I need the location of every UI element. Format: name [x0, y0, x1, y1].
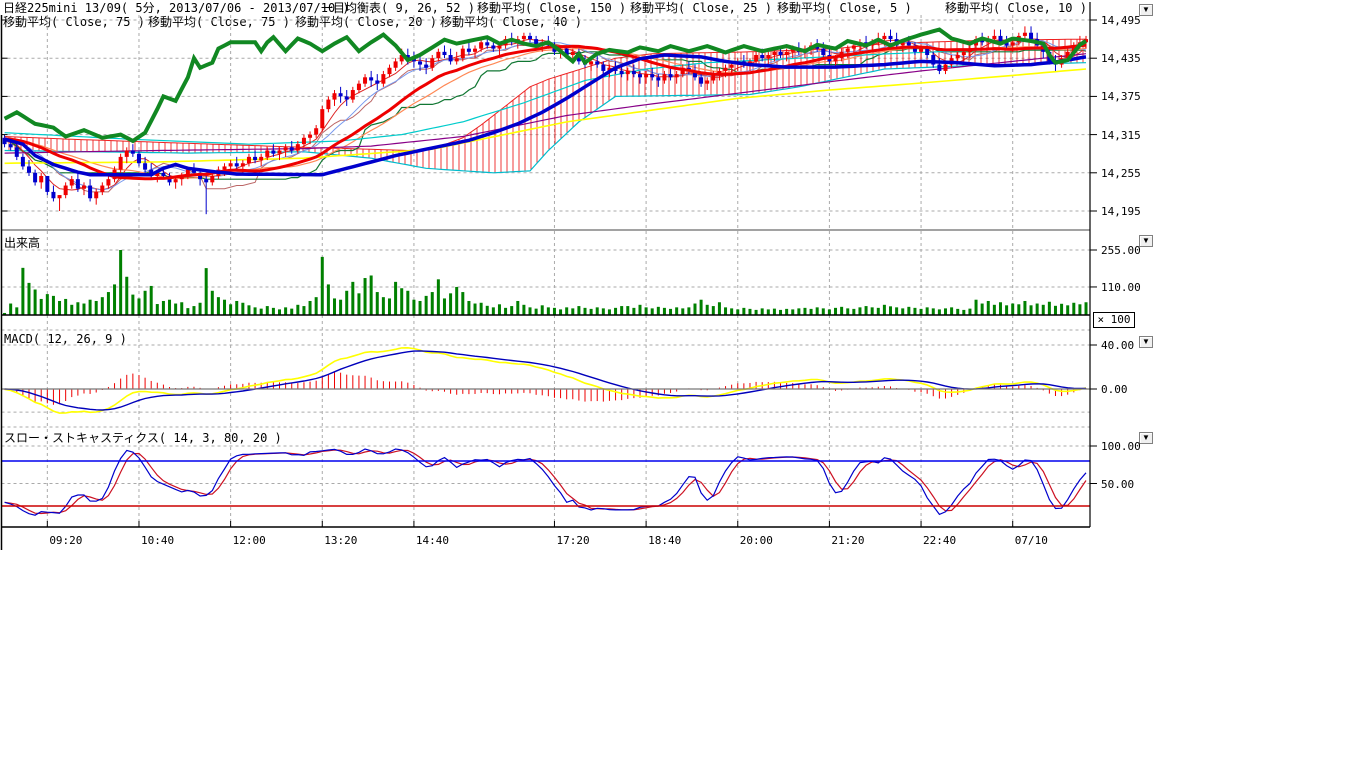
x-axis-label: 13:20	[324, 534, 357, 547]
price-axis-label: 14,495	[1101, 14, 1141, 27]
x-axis-label: 21:20	[831, 534, 864, 547]
volume-scale-dropdown-button[interactable]: ▼	[1139, 235, 1153, 247]
price-axis-label: 14,435	[1101, 52, 1141, 65]
price-scale-dropdown-button[interactable]: ▼	[1139, 4, 1153, 16]
macd-scale-dropdown-button[interactable]: ▼	[1139, 336, 1153, 348]
x-axis-label: 14:40	[416, 534, 449, 547]
macd-axis-label: 0.00	[1101, 383, 1128, 396]
x-axis-label: 18:40	[648, 534, 681, 547]
stoch-axis-label: 50.00	[1101, 478, 1134, 491]
price-axis-label: 14,375	[1101, 90, 1141, 103]
stoch-scale-dropdown-button[interactable]: ▼	[1139, 432, 1153, 444]
volume-axis-label: 110.00	[1101, 281, 1141, 294]
chart-canvas	[0, 0, 1160, 560]
macd-axis-label: 40.00	[1101, 339, 1134, 352]
x-axis-label: 17:20	[556, 534, 589, 547]
x-axis-label: 20:00	[740, 534, 773, 547]
stoch-axis-label: 100.00	[1101, 440, 1141, 453]
x-axis-label: 07/10	[1015, 534, 1048, 547]
x-axis-label: 22:40	[923, 534, 956, 547]
volume-axis-label: 255.00	[1101, 244, 1141, 257]
macd-panel-label: MACD( 12, 26, 9 )	[4, 332, 127, 346]
price-axis-label: 14,255	[1101, 167, 1141, 180]
x-axis-label: 10:40	[141, 534, 174, 547]
x-axis-label: 09:20	[49, 534, 82, 547]
volume-panel-label: 出来高	[4, 234, 40, 251]
price-axis-label: 14,315	[1101, 129, 1141, 142]
x-axis-label: 12:00	[233, 534, 266, 547]
price-axis-label: 14,195	[1101, 205, 1141, 218]
stoch-panel-label: スロー・ストキャスティクス( 14, 3, 80, 20 )	[4, 429, 282, 446]
volume-multiplier-badge: × 100	[1093, 312, 1135, 328]
chart-application-window: 日経225mini 13/09( 5分, 2013/07/06 - 2013/0…	[0, 0, 1366, 768]
